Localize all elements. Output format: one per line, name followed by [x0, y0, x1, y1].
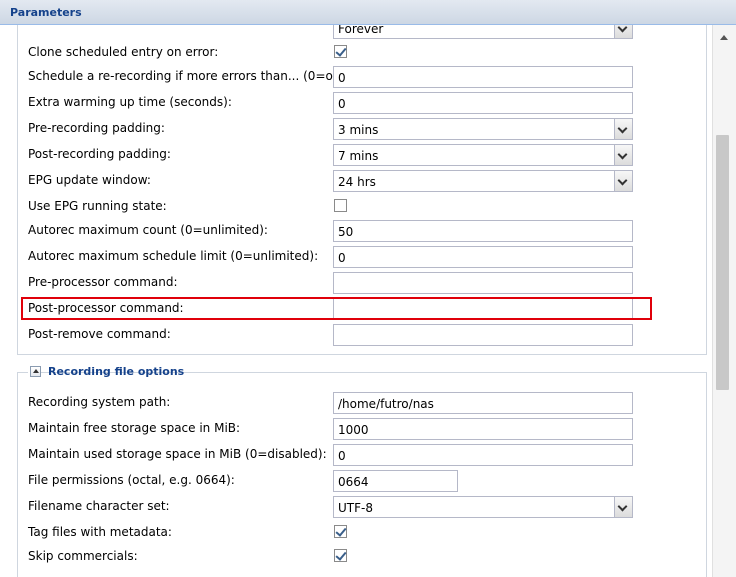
row-epg-running: Use EPG running state: — [0, 196, 712, 218]
used-storage-input[interactable]: 0 — [333, 444, 633, 466]
row-post-padding: Post-recording padding: 7 mins — [0, 144, 712, 166]
row-label: Clone scheduled entry on error: — [28, 45, 219, 59]
checkmark-icon — [335, 549, 347, 561]
parameters-content: Forever Clone scheduled entry on error: … — [0, 25, 712, 577]
row-free-storage: Maintain free storage space in MiB: 1000 — [0, 418, 712, 440]
row-label: Post-recording padding: — [28, 147, 171, 161]
row-label: Filename character set: — [28, 499, 170, 513]
epg-running-checkbox[interactable] — [334, 199, 347, 212]
chevron-down-icon[interactable] — [614, 171, 632, 191]
row-autorec-count: Autorec maximum count (0=unlimited): 50 — [0, 220, 712, 242]
scroll-up-icon[interactable] — [720, 35, 728, 40]
post-padding-select[interactable]: 7 mins — [333, 144, 633, 166]
partial-row: Forever — [0, 25, 712, 39]
row-system-path: Recording system path: /home/futro/nas — [0, 392, 712, 414]
clone-on-error-checkbox[interactable] — [334, 45, 347, 58]
row-pre-padding: Pre-recording padding: 3 mins — [0, 118, 712, 140]
partial-combo[interactable]: Forever — [333, 25, 633, 39]
checkmark-icon — [335, 525, 347, 537]
chevron-down-icon[interactable] — [614, 497, 632, 517]
pre-padding-select[interactable]: 3 mins — [333, 118, 633, 140]
row-charset: Filename character set: UTF-8 — [0, 496, 712, 518]
vertical-scrollbar[interactable] — [712, 25, 736, 577]
row-label: Maintain free storage space in MiB: — [28, 421, 241, 435]
row-autorec-limit: Autorec maximum schedule limit (0=unlimi… — [0, 246, 712, 268]
chevron-down-icon[interactable] — [614, 119, 632, 139]
row-clone-on-error: Clone scheduled entry on error: — [0, 42, 712, 64]
panel-title: Parameters — [10, 6, 82, 19]
scroll-thumb[interactable] — [716, 135, 729, 390]
rerecord-errors-input[interactable]: 0 — [333, 66, 633, 88]
highlight-box — [21, 297, 652, 320]
select-value: 7 mins — [338, 149, 379, 163]
row-label: Use EPG running state: — [28, 199, 167, 213]
row-label: Pre-recording padding: — [28, 121, 165, 135]
row-label: Extra warming up time (seconds): — [28, 95, 232, 109]
warming-up-input[interactable]: 0 — [333, 92, 633, 114]
row-label: Post-remove command: — [28, 327, 171, 341]
select-value: 24 hrs — [338, 175, 376, 189]
pre-processor-input[interactable] — [333, 272, 633, 294]
row-label: Autorec maximum count (0=unlimited): — [28, 223, 268, 237]
collapse-icon[interactable] — [30, 366, 41, 377]
select-value: UTF-8 — [338, 501, 373, 515]
row-label: EPG update window: — [28, 173, 151, 187]
row-file-permissions: File permissions (octal, e.g. 0664): 066… — [0, 470, 712, 492]
partial-combo-value: Forever — [338, 25, 384, 36]
autorec-limit-input[interactable]: 0 — [333, 246, 633, 268]
row-skip-commercials: Skip commercials: — [0, 546, 712, 568]
epg-window-select[interactable]: 24 hrs — [333, 170, 633, 192]
row-tag-metadata: Tag files with metadata: — [0, 522, 712, 544]
checkmark-icon — [335, 45, 347, 57]
chevron-down-icon[interactable] — [614, 25, 632, 38]
row-label: File permissions (octal, e.g. 0664): — [28, 473, 235, 487]
tag-metadata-checkbox[interactable] — [334, 525, 347, 538]
row-label: Recording system path: — [28, 395, 171, 409]
select-value: 3 mins — [338, 123, 379, 137]
chevron-down-icon[interactable] — [614, 145, 632, 165]
free-storage-input[interactable]: 1000 — [333, 418, 633, 440]
row-label: Pre-processor command: — [28, 275, 178, 289]
post-remove-input[interactable] — [333, 324, 633, 346]
recording-file-legend: Recording file options — [28, 364, 184, 380]
row-label: Tag files with metadata: — [28, 525, 172, 539]
row-used-storage: Maintain used storage space in MiB (0=di… — [0, 444, 712, 466]
section-title: Recording file options — [48, 365, 185, 378]
file-permissions-input[interactable]: 0664 — [333, 470, 458, 492]
row-label: Schedule a re-recording if more errors t… — [28, 69, 350, 83]
row-label: Skip commercials: — [28, 549, 138, 563]
row-post-remove: Post-remove command: — [0, 324, 712, 346]
charset-select[interactable]: UTF-8 — [333, 496, 633, 518]
row-label: Autorec maximum schedule limit (0=unlimi… — [28, 249, 319, 263]
panel-header: Parameters — [0, 0, 736, 25]
row-pre-processor: Pre-processor command: — [0, 272, 712, 294]
row-label: Maintain used storage space in MiB (0=di… — [28, 447, 327, 461]
system-path-input[interactable]: /home/futro/nas — [333, 392, 633, 414]
skip-commercials-checkbox[interactable] — [334, 549, 347, 562]
row-epg-window: EPG update window: 24 hrs — [0, 170, 712, 192]
row-warming-up: Extra warming up time (seconds): 0 — [0, 92, 712, 114]
autorec-count-input[interactable]: 50 — [333, 220, 633, 242]
row-rerecord-errors: Schedule a re-recording if more errors t… — [0, 66, 712, 88]
